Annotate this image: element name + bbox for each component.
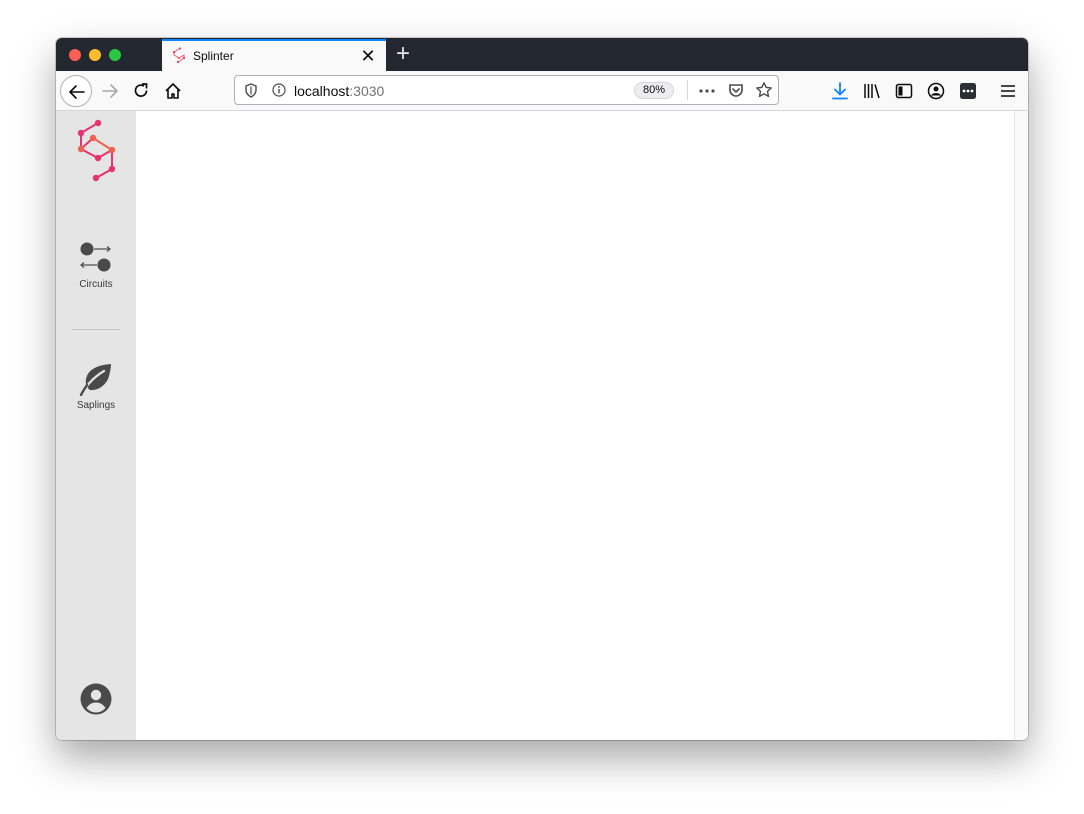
zoom-window-button[interactable] xyxy=(109,49,121,61)
browser-window: Splinter ✕ + localhost:3030 80% Circuits… xyxy=(56,38,1028,740)
arrow-left-icon xyxy=(69,85,85,99)
sidebar-item-label: Circuits xyxy=(79,279,113,290)
browser-tab[interactable]: Splinter ✕ xyxy=(162,39,386,71)
hamburger-menu-icon xyxy=(1001,85,1015,97)
library-icon xyxy=(864,84,880,99)
splinter-logo-icon[interactable] xyxy=(75,118,117,184)
downloads-button[interactable] xyxy=(826,77,854,105)
home-button[interactable] xyxy=(159,77,187,105)
back-button[interactable] xyxy=(60,75,92,107)
page-actions-icon[interactable] xyxy=(698,84,716,98)
close-window-button[interactable] xyxy=(69,49,81,61)
url-separator xyxy=(687,80,688,100)
library-button[interactable] xyxy=(858,77,886,105)
new-tab-icon[interactable]: + xyxy=(392,40,414,68)
reload-icon xyxy=(134,83,148,97)
firefox-account-button[interactable] xyxy=(922,77,950,105)
zoom-level-badge[interactable]: 80% xyxy=(634,82,674,99)
minimize-window-button[interactable] xyxy=(89,49,101,61)
splinter-favicon-icon xyxy=(172,47,186,64)
bookmark-star-icon[interactable] xyxy=(755,81,773,99)
circuits-icon xyxy=(80,242,111,272)
sidebar-divider xyxy=(72,329,120,330)
url-host: localhost xyxy=(294,83,350,99)
download-arrow-icon xyxy=(832,82,848,100)
url-bar[interactable]: localhost:3030 80% xyxy=(234,75,779,105)
page-content: Circuits Saplings xyxy=(56,111,1028,740)
url-text[interactable]: localhost:3030 xyxy=(294,83,384,99)
sidebar-item-circuits[interactable]: Circuits xyxy=(56,240,136,290)
title-bar: Splinter ✕ + xyxy=(56,38,1028,71)
password-manager-button[interactable] xyxy=(954,77,982,105)
app-menu-button[interactable] xyxy=(994,77,1022,105)
reload-button[interactable] xyxy=(127,77,155,105)
forward-button[interactable] xyxy=(96,77,124,105)
close-tab-icon[interactable]: ✕ xyxy=(358,46,378,66)
site-info-icon[interactable] xyxy=(272,83,286,97)
tab-title: Splinter xyxy=(193,49,234,63)
leaf-icon xyxy=(79,364,111,396)
password-manager-icon xyxy=(960,83,976,99)
nav-toolbar: localhost:3030 80% xyxy=(56,71,1028,111)
tracking-shield-icon[interactable] xyxy=(244,83,258,98)
sidebar-item-saplings[interactable]: Saplings xyxy=(56,362,136,411)
sidebar-toggle-button[interactable] xyxy=(890,77,918,105)
sidebar-toggle-icon xyxy=(895,83,913,99)
vertical-scrollbar[interactable] xyxy=(1014,111,1028,740)
home-icon xyxy=(165,83,181,99)
user-account-icon xyxy=(927,82,945,100)
arrow-right-icon xyxy=(102,84,118,98)
url-port: :3030 xyxy=(349,83,385,99)
sidebar-item-label: Saplings xyxy=(76,400,116,411)
pocket-icon[interactable] xyxy=(727,82,745,100)
account-circle-icon[interactable] xyxy=(80,683,112,715)
app-sidebar: Circuits Saplings xyxy=(56,111,136,740)
